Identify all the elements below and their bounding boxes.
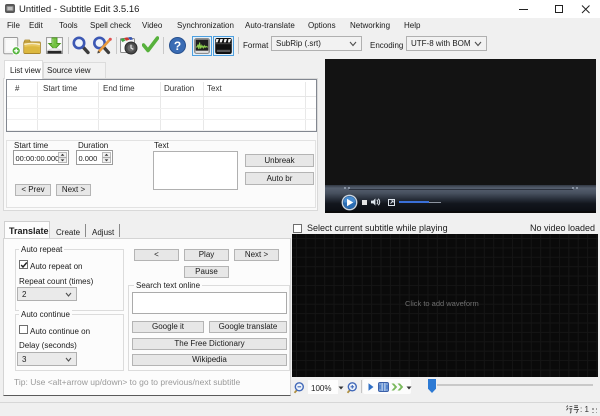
svg-text:?: ? <box>174 39 181 53</box>
